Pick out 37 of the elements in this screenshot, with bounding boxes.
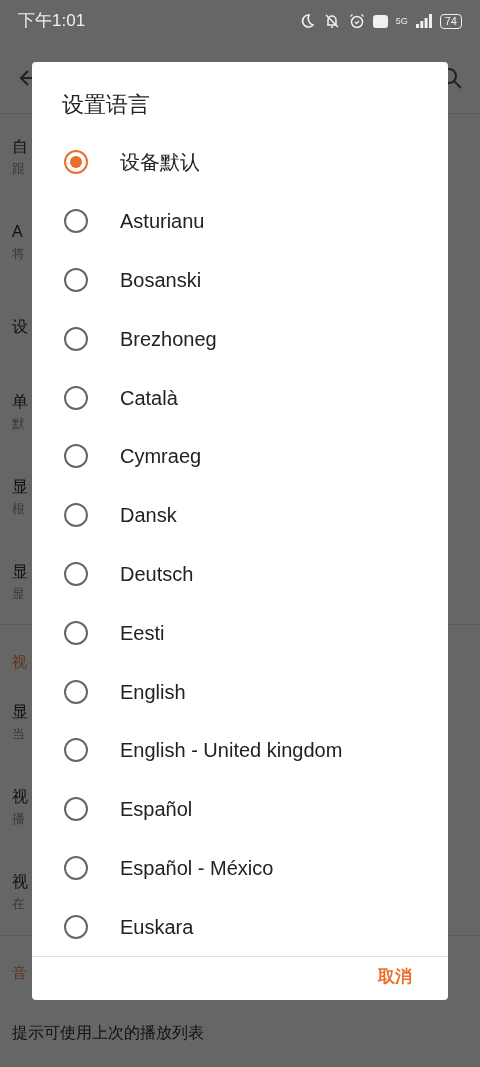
network-label: 5G [395, 16, 408, 26]
radio-button[interactable] [64, 797, 88, 822]
radio-button[interactable] [64, 209, 88, 234]
language-option[interactable]: Euskara [32, 897, 448, 957]
battery-indicator: 74 [439, 13, 462, 29]
language-option[interactable]: Español [32, 779, 448, 839]
signal-icon [415, 14, 432, 28]
language-option[interactable]: Eesti [32, 603, 448, 663]
radio-button[interactable] [64, 738, 88, 763]
radio-button[interactable] [64, 385, 88, 410]
radio-button[interactable] [64, 855, 88, 880]
language-option[interactable]: 设备默认 [32, 133, 448, 192]
language-option[interactable]: English [32, 662, 448, 721]
language-option[interactable]: Brezhoneg [32, 309, 448, 369]
language-option[interactable]: English - United kingdom [32, 720, 448, 780]
language-option[interactable]: Cymraeg [32, 427, 448, 486]
radio-button[interactable] [64, 268, 88, 292]
radio-button[interactable] [64, 561, 88, 586]
radio-button[interactable] [64, 914, 88, 939]
radio-button[interactable] [64, 326, 88, 351]
language-option[interactable]: Català [32, 368, 448, 427]
radio-button[interactable] [64, 150, 88, 175]
language-option[interactable]: Asturianu [32, 191, 448, 251]
radio-button[interactable] [64, 620, 88, 645]
radio-button[interactable] [64, 503, 88, 528]
language-option[interactable]: Español - México [32, 838, 448, 898]
section-header: 音 [12, 962, 27, 983]
language-option[interactable]: Dansk [32, 485, 448, 545]
radio-button[interactable] [64, 679, 88, 704]
language-option[interactable]: Deutsch [32, 544, 448, 604]
language-option[interactable]: Bosanski [32, 250, 448, 310]
section-header: 视 [12, 652, 27, 672]
radio-button[interactable] [64, 444, 88, 469]
dialog-title: 设置语言 [61, 91, 151, 119]
status-time: 下午1:01 [18, 10, 86, 33]
alarm-icon [348, 13, 365, 29]
muted-bell-icon [322, 13, 341, 29]
